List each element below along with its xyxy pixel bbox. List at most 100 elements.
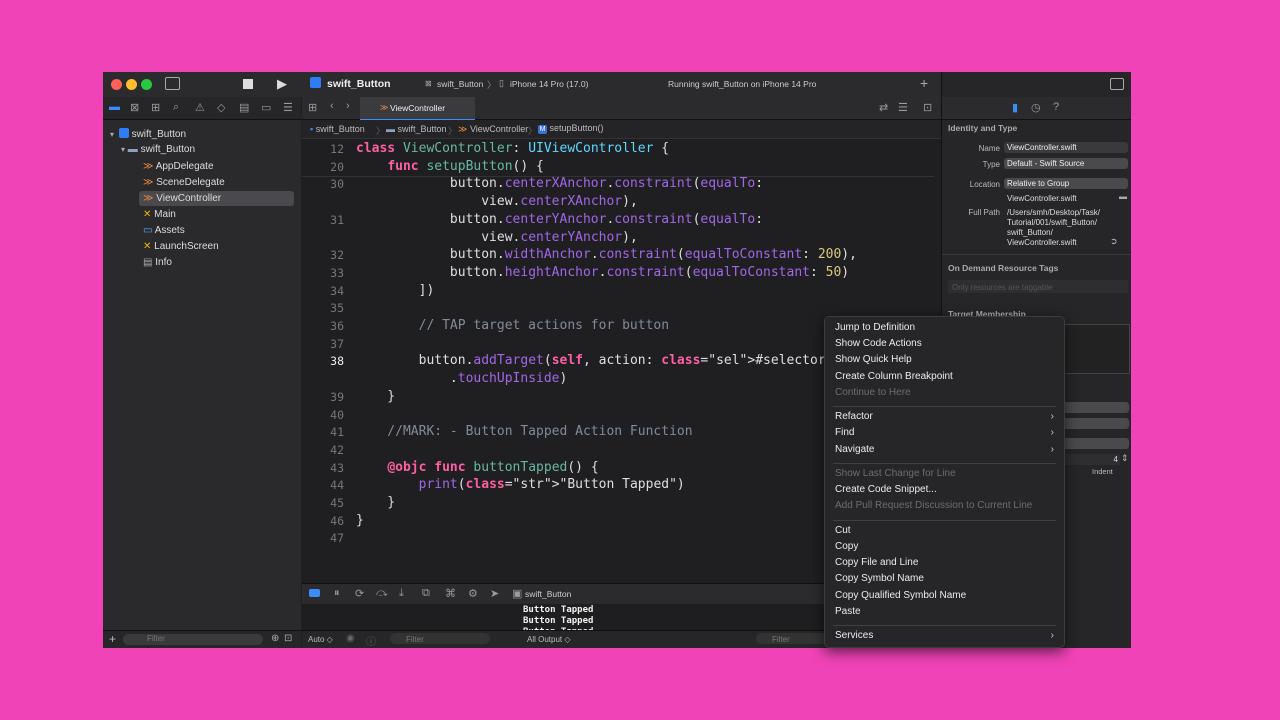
code-line[interactable]: button.widthAnchor.constraint(equalToCon… [356,247,857,262]
line-number[interactable]: 41 [302,425,344,439]
line-number[interactable]: 35 [302,301,344,315]
variables-filter-field[interactable] [390,633,490,644]
hide-debug-area-icon[interactable] [309,589,320,597]
step-over-icon[interactable]: ⤼ [376,587,388,600]
view-hierarchy-icon[interactable]: ⧉ [422,587,430,600]
minimize-window-button[interactable] [126,79,137,90]
file-item[interactable]: ✕ LaunchScreen [143,241,219,252]
code-line[interactable]: @objc func buttonTapped() { [356,460,598,475]
adjust-editor-icon[interactable]: ☰ [898,101,908,114]
tab-viewcontroller[interactable]: ≫ ViewController [360,97,475,121]
report-icon[interactable]: ☰ [283,101,293,114]
menu-item-show-code-actions[interactable]: Show Code Actions [835,338,922,349]
breadcrumb-item[interactable]: ▬ swift_Button [386,124,447,134]
menu-item-copy[interactable]: Copy [835,541,858,552]
line-number[interactable]: 40 [302,408,344,422]
code-line[interactable]: // TAP target actions for button [356,318,669,333]
memory-graph-icon[interactable]: ⌘ [445,587,456,600]
help-icon[interactable]: ? [1053,101,1059,113]
line-number[interactable]: 38 [302,354,344,368]
menu-item-create-code-snippet[interactable]: Create Code Snippet... [835,484,937,495]
location-select[interactable]: Relative to Group [1004,178,1128,189]
close-window-button[interactable] [111,79,122,90]
source-control-icon[interactable]: ⊠ [130,101,139,114]
code-line[interactable]: view.centerYAnchor), [356,230,638,245]
breadcrumb-item[interactable]: ▪ swift_Button [310,124,365,134]
line-number[interactable]: 36 [302,319,344,333]
run-button[interactable]: ▶ [277,76,287,92]
line-number[interactable]: 37 [302,337,344,351]
add-icon[interactable]: + [920,75,928,91]
file-item[interactable]: ≫ SceneDelegate [143,177,225,188]
code-line[interactable]: } [356,513,364,528]
menu-item-services[interactable]: Services [835,630,873,641]
menu-item-copy-symbol-name[interactable]: Copy Symbol Name [835,573,924,584]
stop-button[interactable] [243,79,253,89]
stepper-icon[interactable]: ⇕ [1121,453,1129,464]
code-line[interactable]: print(class="str">"Button Tapped") [356,477,685,492]
group-item[interactable]: ▾ ▬ swift_Button [121,144,195,155]
zoom-window-button[interactable] [141,79,152,90]
line-number[interactable]: 39 [302,390,344,404]
scheme-selector[interactable]: swift_Button [437,79,483,89]
file-item[interactable]: ✕ Main [143,209,176,220]
forward-chevron-icon[interactable]: › [346,100,350,112]
line-number[interactable]: 32 [302,248,344,262]
file-item[interactable]: ▤ Info [143,257,172,268]
breadcrumb-item[interactable]: M setupButton() [538,123,604,134]
split-editor-icon[interactable]: ⊡ [923,101,932,114]
menu-item-copy-qualified-symbol-name[interactable]: Copy Qualified Symbol Name [835,590,966,601]
menu-item-create-column-breakpoint[interactable]: Create Column Breakpoint [835,371,953,382]
line-number[interactable]: 45 [302,496,344,510]
step-in-icon[interactable]: ⤓ [399,587,404,600]
menu-item-jump-to-definition[interactable]: Jump to Definition [835,322,915,333]
menu-item-find[interactable]: Find [835,427,854,438]
line-endings-select[interactable] [1062,418,1129,429]
device-selector[interactable]: iPhone 14 Pro (17.0) [510,79,588,89]
filter-options-icon[interactable]: ⊡ [284,633,292,644]
code-line[interactable]: button.heightAnchor.constraint(equalToCo… [356,265,849,280]
back-chevron-icon[interactable]: ‹ [330,100,334,112]
line-number[interactable]: 20 [302,160,344,174]
history-icon[interactable]: ◷ [1031,101,1041,114]
sidebar-toggle-icon[interactable] [165,77,180,90]
code-line[interactable]: //MARK: - Button Tapped Action Function [356,424,692,439]
target-list[interactable] [1062,324,1130,374]
file-item[interactable]: ≫ AppDelegate [143,161,214,172]
project-root-item[interactable]: ▾ swift_Button [110,128,186,140]
indent-using-select[interactable] [1062,438,1129,449]
menu-item-copy-file-and-line[interactable]: Copy File and Line [835,557,918,568]
inspector-toggle-icon[interactable] [1110,78,1124,90]
type-select[interactable]: Default - Swift Source [1004,158,1128,169]
file-item[interactable]: ▭ Assets [143,225,185,236]
breakpoint-icon[interactable]: ▭ [261,101,271,114]
recent-files-icon[interactable]: ⊕ [271,633,279,644]
menu-item-show-quick-help[interactable]: Show Quick Help [835,354,912,365]
menu-item-cut[interactable]: Cut [835,525,851,536]
line-number[interactable]: 33 [302,266,344,280]
refresh-icon[interactable]: ⇄ [879,101,888,114]
folder-icon[interactable]: ▬ [1119,192,1127,201]
code-line[interactable]: button.addTarget(self, action: class="se… [356,353,897,369]
line-number[interactable]: 31 [302,213,344,227]
line-number[interactable]: 44 [302,478,344,492]
issue-icon[interactable]: ⚠ [195,101,205,114]
line-number[interactable]: 43 [302,461,344,475]
debug-icon[interactable]: ▤ [239,101,249,114]
menu-item-refactor[interactable]: Refactor [835,411,873,422]
text-encoding-select[interactable] [1062,402,1129,413]
info-icon[interactable]: ⓘ [366,633,376,648]
line-number[interactable]: 47 [302,531,344,545]
pause-icon[interactable]: ⏸ [334,587,340,600]
line-number[interactable]: 12 [302,142,344,156]
search-icon[interactable]: ⌕ [173,101,179,114]
line-number[interactable]: 42 [302,443,344,457]
breadcrumb-item[interactable]: ≫ ViewController [458,124,528,135]
indent-width-field[interactable]: 4 [1062,454,1120,465]
reveal-in-finder-icon[interactable]: ➲ [1110,236,1118,247]
code-line[interactable]: func setupButton() { [356,159,544,174]
add-icon[interactable]: + [109,632,116,646]
test-icon[interactable]: ◇ [217,101,225,114]
filter-field[interactable] [123,634,263,645]
code-line[interactable]: ]) [356,283,435,298]
